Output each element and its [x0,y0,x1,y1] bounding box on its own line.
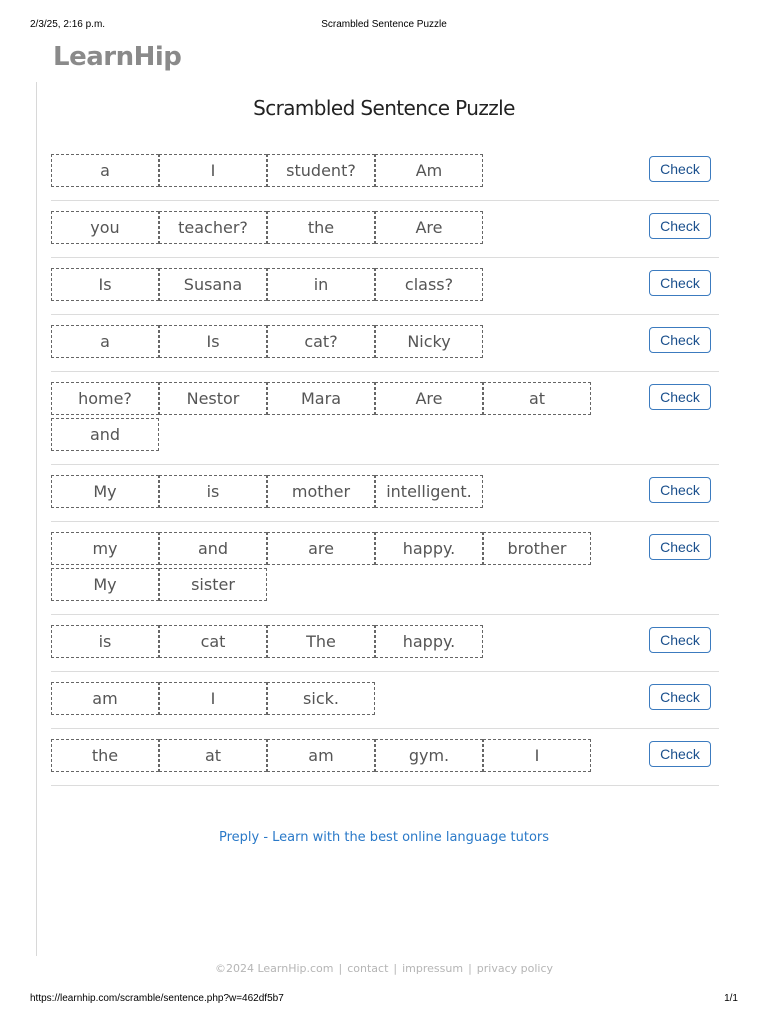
word-tile[interactable]: I [159,682,267,715]
word-tile[interactable]: Nestor [159,382,267,415]
word-tiles: is cat The happy. [51,625,591,661]
footer-separator: | [393,962,398,975]
puzzle-list: a Istudent? Am Check you teacher? the Are Check I… [51,144,719,786]
print-page-number: 1/1 [724,993,738,1004]
word-tile[interactable]: home? [51,382,159,415]
word-tiles: a Is cat? Nicky [51,325,591,361]
site-logo[interactable]: LearnHip [53,42,182,72]
word-tile[interactable]: brother [483,532,591,565]
word-tile[interactable]: and [51,418,159,451]
print-footer: https://learnhip.com/scramble/sentence.p… [30,993,738,1007]
privacy-link[interactable]: privacy policy [477,962,553,975]
puzzle-row: my and are happy. brother My sister Check [51,522,719,615]
check-button[interactable]: Check [649,156,711,182]
puzzle-row: My is mother intelligent. Check [51,465,719,522]
puzzle-row: a Is cat? Nicky Check [51,315,719,372]
word-tile[interactable]: and [159,532,267,565]
check-button[interactable]: Check [649,270,711,296]
word-tiles: am Isick. [51,682,591,718]
word-tile[interactable]: the [51,739,159,772]
check-button[interactable]: Check [649,627,711,653]
word-tile[interactable]: Is [51,268,159,301]
word-tiles: a Istudent? Am [51,154,591,190]
word-tile[interactable]: My [51,475,159,508]
word-tile[interactable]: at [483,382,591,415]
word-tile[interactable]: is [159,475,267,508]
check-button[interactable]: Check [649,213,711,239]
check-button[interactable]: Check [649,684,711,710]
page-title: Scrambled Sentence Puzzle [253,96,515,120]
word-tile[interactable]: a [51,154,159,187]
word-tile[interactable]: happy. [375,625,483,658]
check-button[interactable]: Check [649,477,711,503]
word-tile[interactable]: a [51,325,159,358]
word-tile[interactable]: I [483,739,591,772]
word-tile[interactable]: gym. [375,739,483,772]
word-tile[interactable]: you [51,211,159,244]
word-tiles: Is Susana in class? [51,268,591,304]
puzzle-row: Is Susana in class? Check [51,258,719,315]
word-tile[interactable]: Nicky [375,325,483,358]
word-tile[interactable]: student? [267,154,375,187]
puzzle-row: is cat The happy. Check [51,615,719,672]
word-tile[interactable]: am [267,739,375,772]
word-tile[interactable]: Is [159,325,267,358]
word-tile[interactable]: intelligent. [375,475,483,508]
word-tile[interactable]: Are [375,211,483,244]
word-tile[interactable]: Susana [159,268,267,301]
check-button[interactable]: Check [649,741,711,767]
contact-link[interactable]: contact [347,962,388,975]
footer-separator: | [338,962,343,975]
word-tile[interactable]: my [51,532,159,565]
word-tile[interactable]: sister [159,568,267,601]
print-header: 2/3/25, 2:16 p.m. Scrambled Sentence Puz… [30,19,738,33]
impressum-link[interactable]: impressum [402,962,463,975]
word-tile[interactable]: The [267,625,375,658]
word-tile[interactable]: Are [375,382,483,415]
promo-link[interactable]: Preply - Learn with the best online lang… [0,830,768,845]
puzzle-row: the at am gym. I Check [51,729,719,786]
word-tile[interactable]: My [51,568,159,601]
puzzle-row: you teacher? the Are Check [51,201,719,258]
print-url: https://learnhip.com/scramble/sentence.p… [30,993,284,1004]
word-tile[interactable]: cat [159,625,267,658]
word-tile[interactable]: cat? [267,325,375,358]
copyright-text: ©2024 LearnHip.com [214,962,334,975]
word-tile[interactable]: are [267,532,375,565]
word-tiles: my and are happy. brother My sister [51,532,591,604]
footer-separator: | [468,962,472,975]
word-tiles: My is mother intelligent. [51,475,591,511]
puzzle-row: home? Nestor Mara Are at and Check [51,372,719,465]
word-tile[interactable]: in [267,268,375,301]
puzzle-row: am Isick. Check [51,672,719,729]
word-tile[interactable]: teacher? [159,211,267,244]
content-divider [36,82,37,956]
word-tile[interactable]: mother [267,475,375,508]
print-title: Scrambled Sentence Puzzle [321,19,447,30]
word-tile[interactable]: am [51,682,159,715]
word-tile[interactable]: is [51,625,159,658]
word-tile[interactable]: sick. [267,682,375,715]
word-tiles: the at am gym. I [51,739,591,775]
word-tile[interactable]: Mara [267,382,375,415]
check-button[interactable]: Check [649,384,711,410]
puzzle-row: a Istudent? Am Check [51,144,719,201]
word-tile[interactable]: Am [375,154,483,187]
site-footer: ©2024 LearnHip.com | contact | impressum | pri… [0,962,768,975]
word-tile[interactable]: at [159,739,267,772]
word-tile[interactable]: the [267,211,375,244]
word-tiles: you teacher? the Are [51,211,591,247]
word-tiles: home? Nestor Mara Are at and [51,382,591,454]
word-tile[interactable]: I [159,154,267,187]
word-tile[interactable]: happy. [375,532,483,565]
check-button[interactable]: Check [649,327,711,353]
word-tile[interactable]: class? [375,268,483,301]
check-button[interactable]: Check [649,534,711,560]
